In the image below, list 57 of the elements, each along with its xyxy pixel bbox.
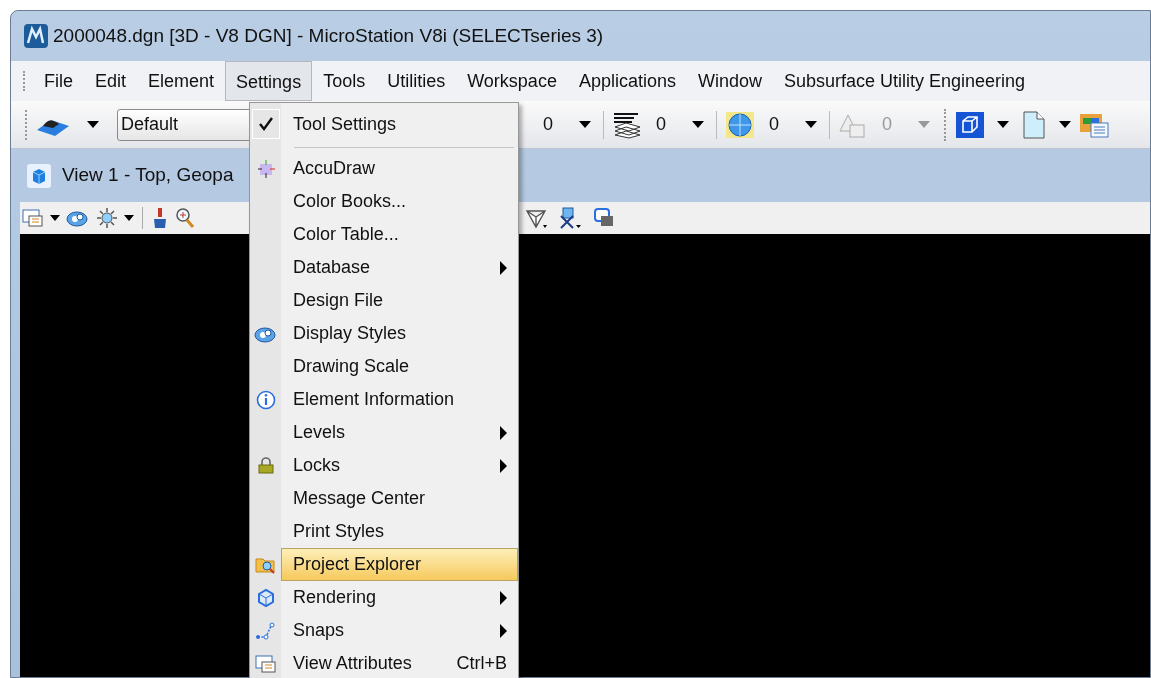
menu-option[interactable]: Locks [281, 449, 518, 482]
menu-option[interactable]: AccuDraw [281, 152, 518, 185]
lock-icon [256, 456, 275, 475]
menu-option[interactable]: View Attributes Ctrl+B [281, 647, 518, 678]
menu-option[interactable]: Color Books... [281, 185, 518, 218]
menu-item[interactable]: Applications [567, 61, 687, 101]
cube-icon [255, 587, 276, 608]
menu-option[interactable]: Project Explorer [281, 548, 518, 581]
menu-option[interactable]: Element Information [281, 383, 518, 416]
view-attributes-icon [254, 653, 277, 674]
menu-option[interactable]: Design File [281, 284, 518, 317]
zoom-in-icon[interactable] [175, 207, 195, 229]
menu-option[interactable]: Snaps [281, 614, 518, 647]
menu-item[interactable]: File [33, 61, 84, 101]
menu-item[interactable]: Subsurface Utility Engineering [773, 61, 1037, 101]
caret-icon[interactable] [124, 215, 134, 221]
menu-option[interactable]: Message Center [281, 482, 518, 515]
menu-item[interactable]: Window [686, 61, 773, 101]
cube-icon[interactable] [955, 110, 986, 139]
view-title: View 1 - Top, Geopa [62, 163, 234, 188]
brush-icon[interactable] [151, 207, 169, 229]
menu-option[interactable]: Tool Settings [281, 105, 518, 143]
menu-item[interactable]: Utilities [376, 61, 457, 101]
cube-icon [26, 162, 52, 189]
globe-icon[interactable] [725, 110, 756, 139]
menu-option[interactable]: Color Table... [281, 218, 518, 251]
menu-option[interactable]: Drawing Scale [281, 350, 518, 383]
menu-option[interactable]: Database [281, 251, 518, 284]
camera-icon[interactable] [593, 207, 615, 229]
menu-item[interactable]: Edit [84, 61, 138, 101]
display-style-icon[interactable] [66, 208, 90, 228]
menu-option[interactable]: Print Styles [281, 515, 518, 548]
caret-icon[interactable] [87, 121, 99, 128]
clip-cube-icon[interactable] [559, 207, 583, 229]
menu-option[interactable]: Display Styles [281, 317, 518, 350]
menu-item[interactable]: Settings [225, 61, 313, 101]
app-logo-icon [23, 23, 49, 49]
caret-icon[interactable] [997, 121, 1010, 128]
menu-item[interactable]: Element [137, 61, 226, 101]
clip-volume-icon[interactable] [525, 207, 549, 229]
snap-icon [254, 620, 277, 641]
caret-icon[interactable] [1059, 121, 1072, 128]
value-dropdown[interactable]: 0 [529, 111, 595, 138]
info-icon [255, 389, 276, 410]
window-title: 2000048.dgn [3D - V8 DGN] - MicroStation V8i (SELECTseries 3) [53, 23, 604, 48]
layers-icon[interactable] [612, 110, 642, 139]
light-icon[interactable] [96, 207, 118, 229]
menu-item[interactable]: Workspace [456, 61, 568, 101]
menu-item[interactable]: Tools [312, 61, 377, 101]
table-icon[interactable] [1079, 111, 1110, 138]
caret-icon[interactable] [50, 215, 60, 221]
view-attributes-icon[interactable] [22, 208, 44, 228]
menu-option[interactable]: Rendering [281, 581, 518, 614]
value-dropdown[interactable]: 0 [642, 111, 709, 138]
crosshair-icon [255, 158, 276, 179]
value-dropdown[interactable]: 0 [755, 111, 822, 138]
menu-option[interactable]: Levels [281, 416, 518, 449]
